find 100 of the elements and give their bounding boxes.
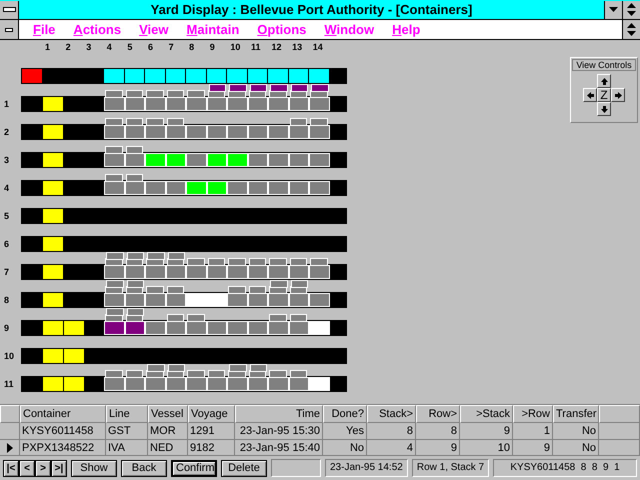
- stacked-container-block[interactable]: [228, 258, 246, 266]
- action-button[interactable]: Show: [71, 460, 117, 476]
- stacked-container-block[interactable]: [146, 118, 164, 126]
- stacked-container-block[interactable]: [270, 280, 288, 288]
- stacked-container-block[interactable]: [105, 174, 123, 182]
- system-menu-button[interactable]: [0, 0, 19, 18]
- document-menu-button[interactable]: [0, 20, 19, 39]
- stacked-container-block[interactable]: [290, 280, 308, 288]
- down-arrow-button[interactable]: [597, 102, 611, 116]
- stacked-container-block[interactable]: [126, 280, 144, 288]
- container-block[interactable]: [309, 153, 330, 167]
- column-header[interactable]: >Row: [513, 405, 553, 423]
- stacked-container-block[interactable]: [168, 252, 186, 260]
- stacked-container-block[interactable]: [269, 258, 287, 266]
- up-arrow-button[interactable]: [597, 74, 611, 88]
- column-header[interactable]: Voyage: [188, 405, 235, 423]
- column-header[interactable]: Time: [235, 405, 323, 423]
- stacked-container-block[interactable]: [208, 84, 226, 92]
- stacked-container-block[interactable]: [126, 308, 144, 316]
- right-arrow-button[interactable]: [611, 88, 625, 102]
- stacked-container-block[interactable]: [166, 286, 184, 294]
- stacked-container-block[interactable]: [147, 252, 165, 260]
- stacked-container-block[interactable]: [269, 314, 287, 322]
- stacked-container-block[interactable]: [228, 286, 246, 294]
- container-block[interactable]: [309, 125, 330, 139]
- row-number: 3: [3, 155, 10, 165]
- stacked-container-block[interactable]: [229, 364, 247, 372]
- column-header[interactable]: Container: [20, 405, 106, 423]
- stacked-container-block[interactable]: [187, 90, 205, 98]
- container-block[interactable]: [104, 321, 125, 335]
- column-header[interactable]: Line: [106, 405, 148, 423]
- column-header[interactable]: Done?: [323, 405, 367, 423]
- action-button[interactable]: Delete: [221, 460, 267, 476]
- stacked-container-block[interactable]: [187, 258, 205, 266]
- stacked-container-block[interactable]: [310, 258, 328, 266]
- down-triangle-icon: [609, 6, 618, 12]
- stacked-container-block[interactable]: [126, 90, 144, 98]
- column-header[interactable]: Row>: [416, 405, 460, 423]
- record-nav-button[interactable]: |<: [3, 460, 19, 476]
- stacked-container-block[interactable]: [311, 84, 330, 92]
- container-block[interactable]: [309, 181, 330, 195]
- container-block[interactable]: [309, 265, 330, 279]
- record-nav-button[interactable]: <: [19, 460, 35, 476]
- container-block[interactable]: [309, 377, 330, 391]
- table-cell: 1291: [188, 423, 235, 440]
- stacked-container-block[interactable]: [310, 118, 328, 126]
- column-header[interactable]: Transfer: [553, 405, 599, 423]
- stacked-container-block[interactable]: [105, 146, 123, 154]
- stacked-container-block[interactable]: [147, 364, 165, 372]
- stacked-container-block[interactable]: [126, 174, 144, 182]
- stacked-container-block[interactable]: [248, 258, 266, 266]
- stacked-container-block[interactable]: [105, 90, 123, 98]
- column-header[interactable]: Vessel: [148, 405, 188, 423]
- stacked-container-block[interactable]: [290, 118, 308, 126]
- left-arrow-button[interactable]: [583, 88, 597, 102]
- stacked-container-block[interactable]: [146, 90, 164, 98]
- stacked-container-block[interactable]: [208, 370, 226, 378]
- stacked-container-block[interactable]: [250, 364, 268, 372]
- stacked-container-block[interactable]: [126, 118, 144, 126]
- stacked-container-block[interactable]: [187, 314, 205, 322]
- stacked-container-block[interactable]: [106, 252, 124, 260]
- minimize-button[interactable]: [604, 0, 622, 18]
- stacked-container-block[interactable]: [166, 90, 184, 98]
- stacked-container-block[interactable]: [290, 314, 308, 322]
- stacked-container-block[interactable]: [126, 146, 144, 154]
- stacked-container-block[interactable]: [290, 370, 308, 378]
- restore-button[interactable]: [622, 0, 640, 18]
- stacked-container-block[interactable]: [269, 370, 287, 378]
- stacked-container-block[interactable]: [270, 84, 288, 92]
- container-block[interactable]: [309, 321, 330, 335]
- stacked-container-block[interactable]: [187, 370, 205, 378]
- stacked-container-block[interactable]: [105, 118, 123, 126]
- action-button[interactable]: Back: [121, 460, 167, 476]
- record-nav-button[interactable]: >: [35, 460, 51, 476]
- stacked-container-block[interactable]: [229, 84, 247, 92]
- action-button[interactable]: Confirm: [171, 460, 217, 476]
- stacked-container-block[interactable]: [208, 258, 226, 266]
- zoom-button[interactable]: Z: [597, 88, 611, 102]
- stacked-container-block[interactable]: [290, 258, 308, 266]
- status-field: Row 1, Stack 7: [412, 459, 490, 477]
- restore-button[interactable]: [622, 20, 640, 39]
- stacked-container-block[interactable]: [166, 314, 184, 322]
- record-nav-button[interactable]: >|: [51, 460, 67, 476]
- column-header[interactable]: >Stack: [460, 405, 513, 423]
- stacked-container-block[interactable]: [248, 286, 266, 294]
- column-header[interactable]: Stack>: [367, 405, 416, 423]
- stacked-container-block[interactable]: [290, 84, 308, 92]
- stacked-container-block[interactable]: [168, 364, 186, 372]
- stacked-container-block[interactable]: [126, 252, 144, 260]
- table-cell: 4: [367, 440, 416, 455]
- stacked-container-block[interactable]: [105, 370, 123, 378]
- stacked-container-block[interactable]: [250, 84, 268, 92]
- stacked-container-block[interactable]: [106, 280, 124, 288]
- container-block[interactable]: [309, 97, 330, 111]
- empty-cell: [599, 423, 640, 440]
- stacked-container-block[interactable]: [126, 370, 144, 378]
- stacked-container-block[interactable]: [106, 308, 124, 316]
- container-block[interactable]: [309, 293, 330, 307]
- stacked-container-block[interactable]: [166, 118, 184, 126]
- stacked-container-block[interactable]: [146, 286, 164, 294]
